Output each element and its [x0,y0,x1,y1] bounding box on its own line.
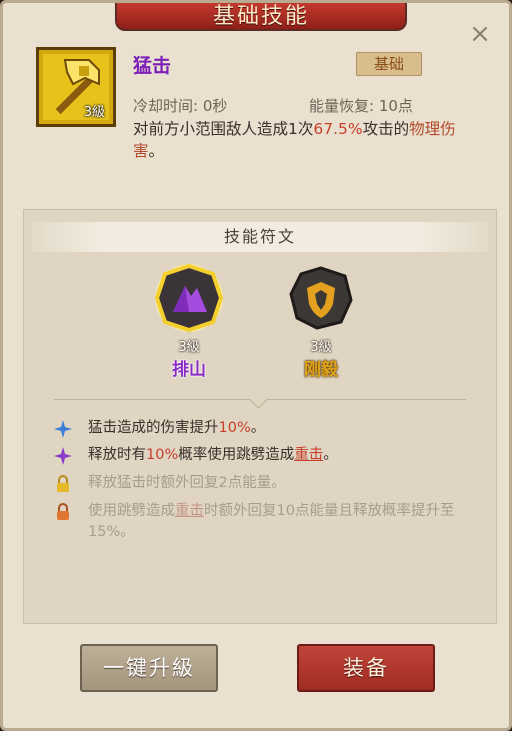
skill-detail-panel: 基础技能 × 3級 猛击 基础 冷却时间: 0秒 能量恢复: 10点 对前方小范… [0,0,512,731]
rune-name: 排山 [172,360,206,380]
effect-text: 使用跳劈造成重击时额外回复10点能量且释放概率提升至15%。 [88,501,478,543]
effect-highlight: 10% [218,420,251,436]
heavy-strike-link[interactable]: 重击 [175,503,204,519]
rune-gangyi[interactable]: 3級 刚毅 [276,262,366,380]
rune-header: 技能符文 [32,222,488,252]
rune-level: 3級 [310,340,332,355]
skill-name: 猛击 [133,55,172,77]
effect-text: 猛击造成的伤害提升10%。 [88,418,478,439]
effect-text-part: 。 [250,420,266,436]
close-icon[interactable]: × [469,21,491,47]
panel-title: 基础技能 [212,4,309,29]
rune-level: 3級 [178,340,200,355]
effect-text: 释放猛击时额外回复2点能量。 [88,475,286,491]
title-banner: 基础技能 [115,3,407,31]
desc-suffix: 。 [148,142,165,160]
blue-star-icon [54,420,72,438]
orange-lock-icon [57,503,69,520]
effect-text-part: 释放时有 [88,447,146,463]
cooldown-text: 冷却时间: 0秒 [133,97,228,115]
one-click-upgrade-button[interactable]: 一键升級 [80,644,218,692]
desc-mid: 攻击的 [362,120,410,138]
desc-prefix: 对前方小范围敌人造成1次 [133,120,314,138]
yellow-lock-icon [57,475,69,492]
effect-text-part: 猛击造成的伤害提升 [88,420,219,436]
effect-highlight: 10% [146,447,179,463]
rune-name: 刚毅 [304,360,338,380]
shield-icon [289,266,353,330]
rune-section: 技能符文 3級 排山 3級 刚毅 猛击造成的伤害提升10%。 释放时有10%概率… [23,209,497,624]
heavy-strike-link[interactable]: 重击 [294,447,323,463]
purple-star-icon [54,447,72,465]
skill-icon: 3級 [36,47,116,127]
effect-text: 释放时有10%概率使用跳劈造成重击。 [88,445,478,466]
divider-notch [249,390,268,409]
skill-description: 对前方小范围敌人造成1次67.5%攻击的物理伤害。 [133,118,483,162]
energy-text: 能量恢复: 10点 [309,97,413,115]
effect-text-part: 使用跳劈造成 [88,503,175,519]
skill-tag: 基础 [356,52,422,76]
rune-paishan[interactable]: 3級 排山 [144,262,234,380]
desc-percent: 67.5% [313,120,363,138]
equip-button[interactable]: 装备 [297,644,435,692]
effect-text-part: 。 [323,447,338,463]
purple-mountain-icon [154,263,224,333]
skill-level: 3級 [83,105,105,120]
effect-text-part: 概率使用跳劈造成 [178,447,295,463]
